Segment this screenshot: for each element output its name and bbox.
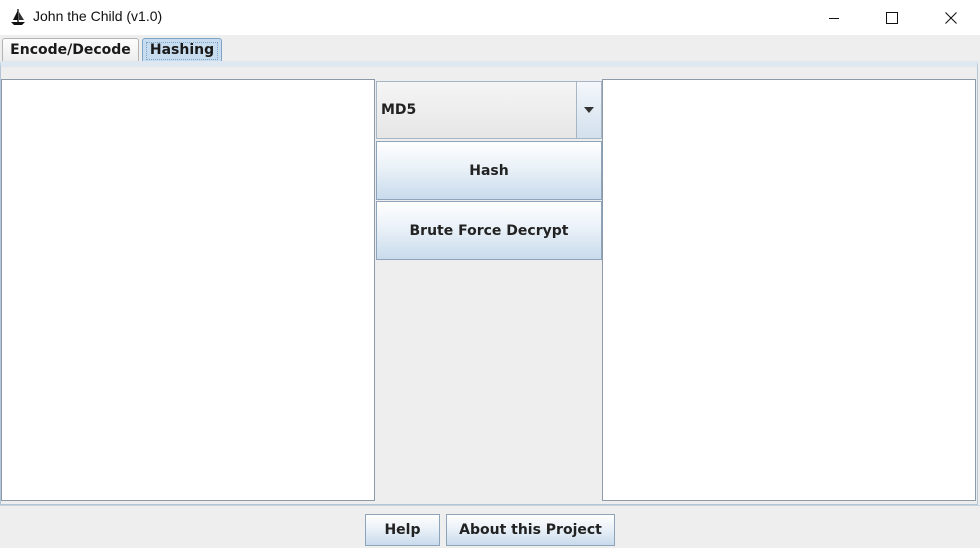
maximize-icon xyxy=(886,11,898,24)
close-button[interactable] xyxy=(922,0,980,35)
tab-hashing[interactable]: Hashing xyxy=(142,38,222,62)
hash-output-textarea[interactable] xyxy=(602,79,976,501)
hash-button[interactable]: Hash xyxy=(376,141,602,200)
maximize-button[interactable] xyxy=(863,0,921,35)
help-button[interactable]: Help xyxy=(365,514,440,546)
hash-input-textarea[interactable] xyxy=(1,79,375,501)
ship-icon xyxy=(11,9,25,25)
title-bar: John the Child (v1.0) xyxy=(0,0,980,35)
tab-focus-ring xyxy=(146,42,218,60)
window-title: John the Child (v1.0) xyxy=(33,8,163,24)
algorithm-select[interactable]: MD5 xyxy=(376,81,602,139)
chevron-down-icon xyxy=(584,107,594,113)
brute-force-decrypt-button[interactable]: Brute Force Decrypt xyxy=(376,201,602,260)
minimize-icon xyxy=(829,17,839,19)
footer-divider xyxy=(0,505,980,506)
algorithm-dropdown-button[interactable] xyxy=(576,82,601,138)
algorithm-select-value: MD5 xyxy=(381,102,417,118)
minimize-button[interactable] xyxy=(805,0,863,35)
close-icon xyxy=(945,11,957,24)
about-project-button[interactable]: About this Project xyxy=(446,514,615,546)
tab-strip: Encode/Decode Hashing xyxy=(0,35,980,63)
tab-encode-decode[interactable]: Encode/Decode xyxy=(2,38,139,62)
